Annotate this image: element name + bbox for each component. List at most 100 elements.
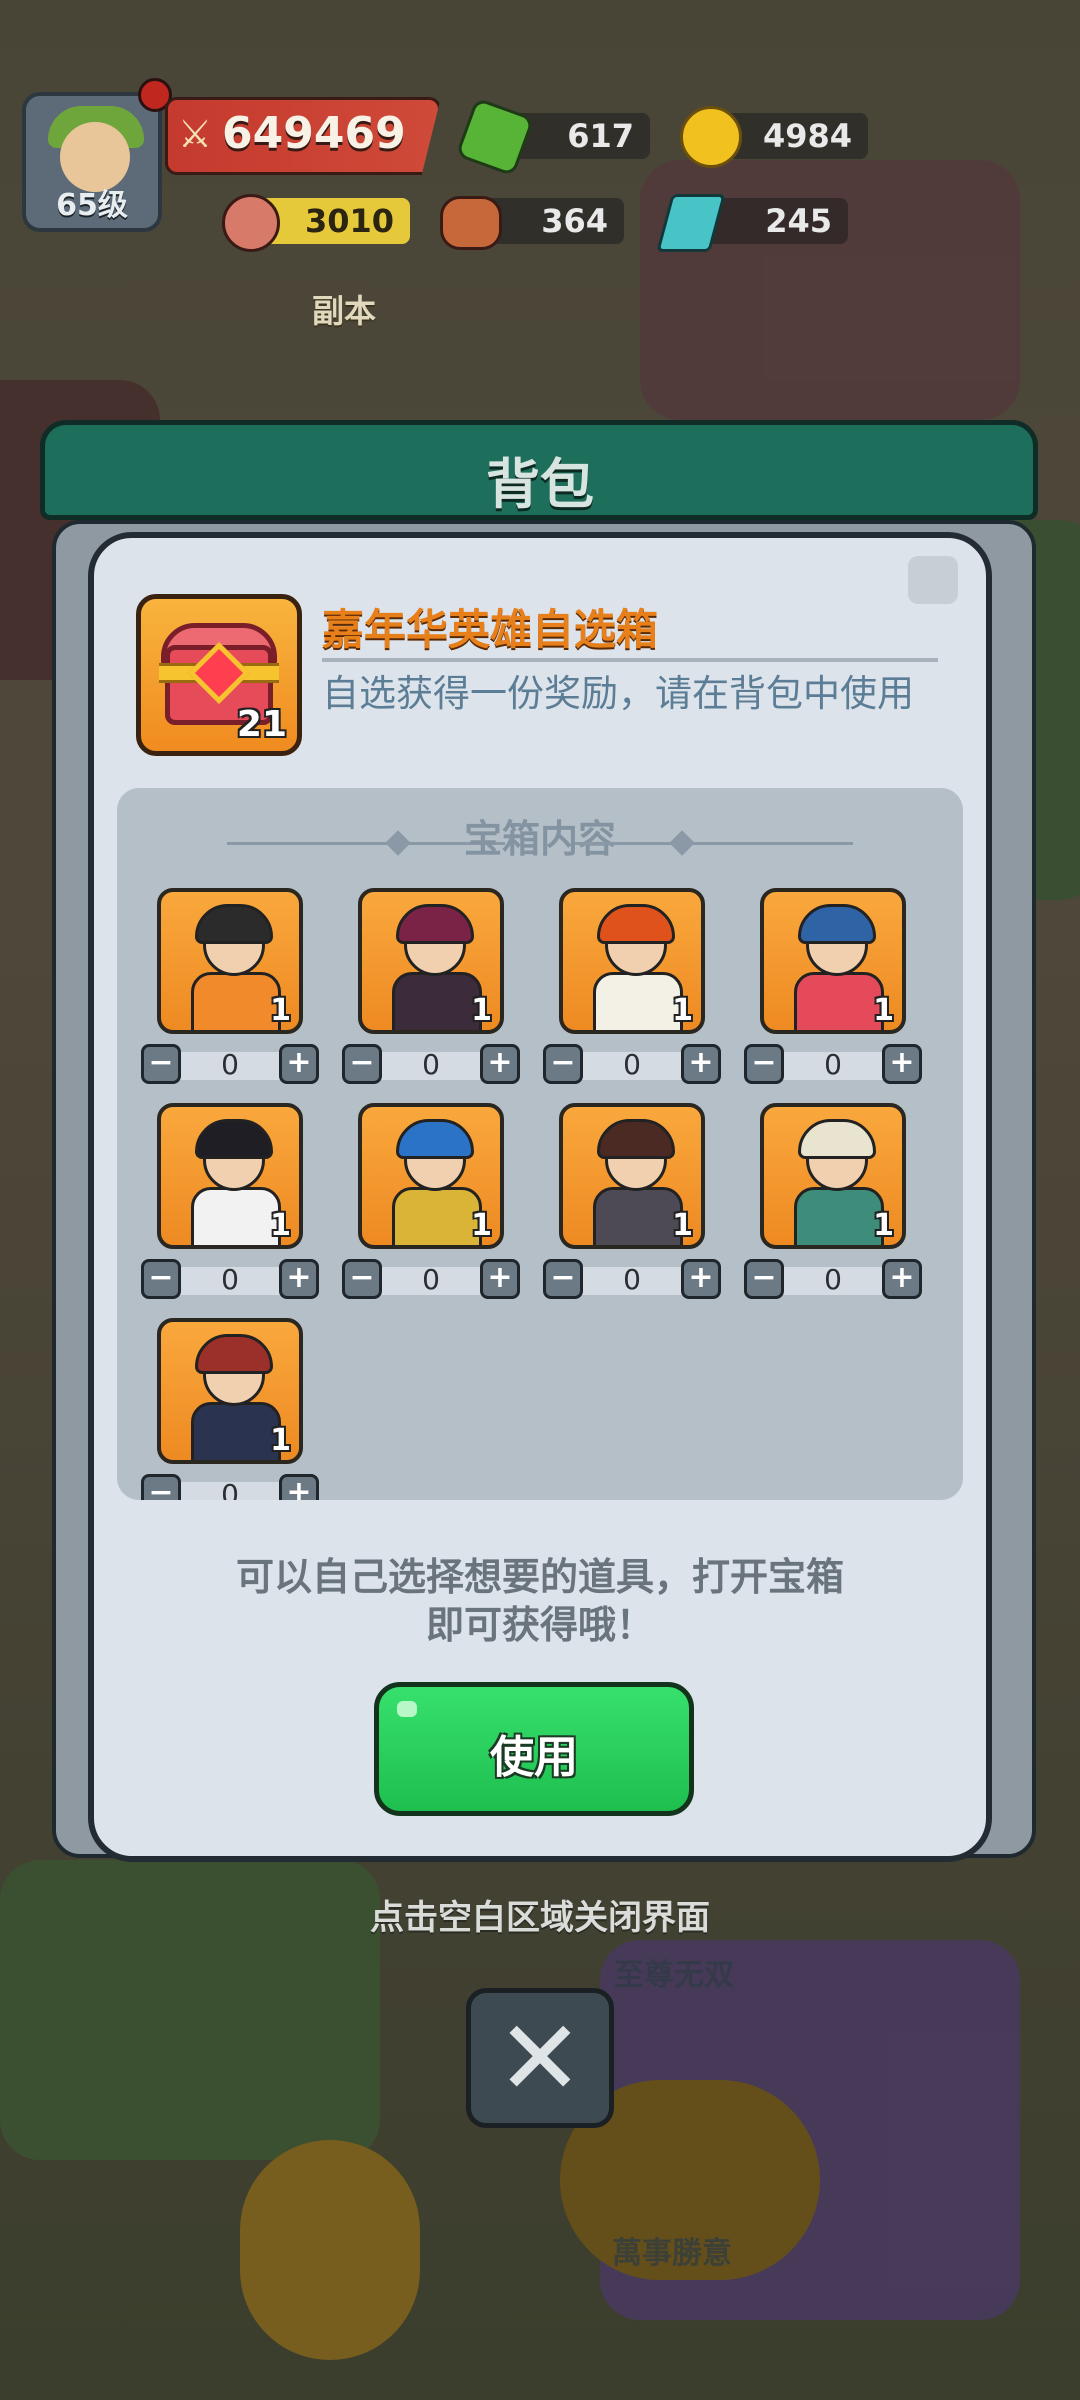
increase-button[interactable]: +	[279, 1044, 319, 1084]
quantity-value: 0	[221, 1478, 239, 1500]
item-name: 嘉年华英雄自选箱	[322, 605, 659, 654]
hero-count: 1	[873, 993, 894, 1028]
hero-count: 1	[672, 1208, 693, 1243]
increase-button[interactable]: +	[681, 1044, 721, 1084]
backpack-title: 背包	[486, 453, 594, 516]
hero-card[interactable]: 1	[559, 1103, 705, 1249]
increase-button[interactable]: +	[480, 1259, 520, 1299]
increase-button[interactable]: +	[279, 1259, 319, 1299]
decrease-button[interactable]: −	[141, 1259, 181, 1299]
dungeon-label[interactable]: 副本	[312, 286, 376, 332]
wood-value: 364	[541, 202, 608, 240]
decrease-button[interactable]: −	[543, 1259, 583, 1299]
quantity-value: 0	[824, 1048, 842, 1081]
close-icon: ✕	[496, 1997, 584, 2119]
hero-portrait-hair	[195, 1334, 273, 1374]
quantity-value: 0	[824, 1263, 842, 1296]
hero-card[interactable]: 1	[358, 888, 504, 1034]
close-button[interactable]: ✕	[466, 1988, 614, 2128]
hero-card[interactable]: 1	[157, 888, 303, 1034]
hero-portrait-body	[191, 972, 281, 1030]
increase-button[interactable]: +	[681, 1259, 721, 1299]
increase-button[interactable]: +	[882, 1259, 922, 1299]
wood-log-icon	[440, 196, 502, 250]
hero-count: 1	[270, 1423, 291, 1458]
decrease-button[interactable]: −	[744, 1259, 784, 1299]
quantity-value: 0	[422, 1263, 440, 1296]
chest-contents-title: 宝箱内容	[463, 817, 616, 861]
decrease-button[interactable]: −	[744, 1044, 784, 1084]
decrease-button[interactable]: −	[342, 1259, 382, 1299]
hero-card[interactable]: 1	[760, 888, 906, 1034]
hero-count: 1	[471, 993, 492, 1028]
hero-portrait-hair	[597, 904, 675, 944]
hero-portrait-body	[593, 1187, 683, 1245]
hero-portrait-body	[392, 972, 482, 1030]
quantity-value: 0	[221, 1048, 239, 1081]
quantity-value: 0	[623, 1048, 641, 1081]
increase-button[interactable]: +	[279, 1474, 319, 1500]
quantity-stepper: − 0 +	[342, 1259, 520, 1303]
hero-count: 1	[672, 993, 693, 1028]
decrease-button[interactable]: −	[141, 1474, 181, 1500]
use-button[interactable]: 使用	[374, 1682, 694, 1816]
hero-card[interactable]: 1	[157, 1318, 303, 1464]
hero-portrait-body	[191, 1187, 281, 1245]
hero-portrait-body	[794, 1187, 884, 1245]
crystal-value: 245	[765, 202, 832, 240]
combat-power-value: 649469	[222, 108, 406, 159]
hero-count: 1	[873, 1208, 894, 1243]
decrease-button[interactable]: −	[342, 1044, 382, 1084]
increase-button[interactable]: +	[480, 1044, 520, 1084]
hero-card[interactable]: 1	[559, 888, 705, 1034]
meat-counter[interactable]: 3010	[260, 198, 410, 244]
hero-card[interactable]: 1	[358, 1103, 504, 1249]
item-divider	[322, 658, 938, 662]
quantity-stepper: − 0 +	[141, 1044, 319, 1088]
hero-count: 1	[270, 993, 291, 1028]
crossed-swords-icon: ⚔	[178, 112, 213, 156]
quantity-value: 0	[422, 1048, 440, 1081]
close-hint: 点击空白区域关闭界面	[370, 1898, 710, 1938]
hero-portrait-hair	[798, 904, 876, 944]
quantity-stepper: − 0 +	[141, 1259, 319, 1303]
quantity-stepper: − 0 +	[744, 1259, 922, 1303]
hero-portrait-body	[392, 1187, 482, 1245]
hint-line-2: 即可获得哦！	[425, 1603, 654, 1647]
quantity-stepper: − 0 +	[543, 1259, 721, 1303]
increase-button[interactable]: +	[882, 1044, 922, 1084]
hero-portrait-hair	[798, 1119, 876, 1159]
hero-card[interactable]: 1	[760, 1103, 906, 1249]
bg-label-2: 萬事勝意	[612, 2236, 732, 2271]
quantity-stepper: − 0 +	[342, 1044, 520, 1088]
hero-portrait-hair	[396, 904, 474, 944]
meat-value: 3010	[304, 202, 394, 240]
quantity-stepper: − 0 +	[744, 1044, 922, 1088]
quantity-value: 0	[623, 1263, 641, 1296]
hero-portrait-hair	[195, 1119, 273, 1159]
hero-portrait-body	[593, 972, 683, 1030]
player-avatar[interactable]: 65级	[22, 92, 162, 232]
hero-portrait-hair	[597, 1119, 675, 1159]
hero-card[interactable]: 1	[157, 1103, 303, 1249]
quantity-stepper: − 0 +	[543, 1044, 721, 1088]
quantity-stepper: − 0 +	[141, 1474, 319, 1500]
meat-icon	[222, 194, 280, 252]
bg-label-1: 至尊无双	[614, 1958, 734, 1993]
decrease-button[interactable]: −	[543, 1044, 583, 1084]
dialog-corner-close[interactable]	[908, 556, 958, 604]
gold-coin-icon	[680, 106, 742, 168]
hero-count: 1	[471, 1208, 492, 1243]
item-count: 21	[236, 704, 287, 745]
item-description: 自选获得一份奖励，请在背包中使用	[322, 672, 914, 715]
hint-line-1: 可以自己选择想要的道具，打开宝箱	[235, 1555, 844, 1599]
use-button-label: 使用	[490, 1732, 578, 1783]
chest-contents-box: 宝箱内容 1 − 0 +1 − 0 +1 − 0 +1 − 0 +1 − 0 +1 − 0 +1 − 0 +1 − 0 +1 − 0…	[117, 788, 963, 1500]
decrease-button[interactable]: −	[141, 1044, 181, 1084]
gems-value: 617	[567, 117, 634, 155]
treasure-chest-icon: 21	[136, 594, 302, 756]
hero-portrait-body	[794, 972, 884, 1030]
hero-portrait-hair	[396, 1119, 474, 1159]
gold-value: 4984	[762, 117, 852, 155]
hero-portrait-hair	[195, 904, 273, 944]
